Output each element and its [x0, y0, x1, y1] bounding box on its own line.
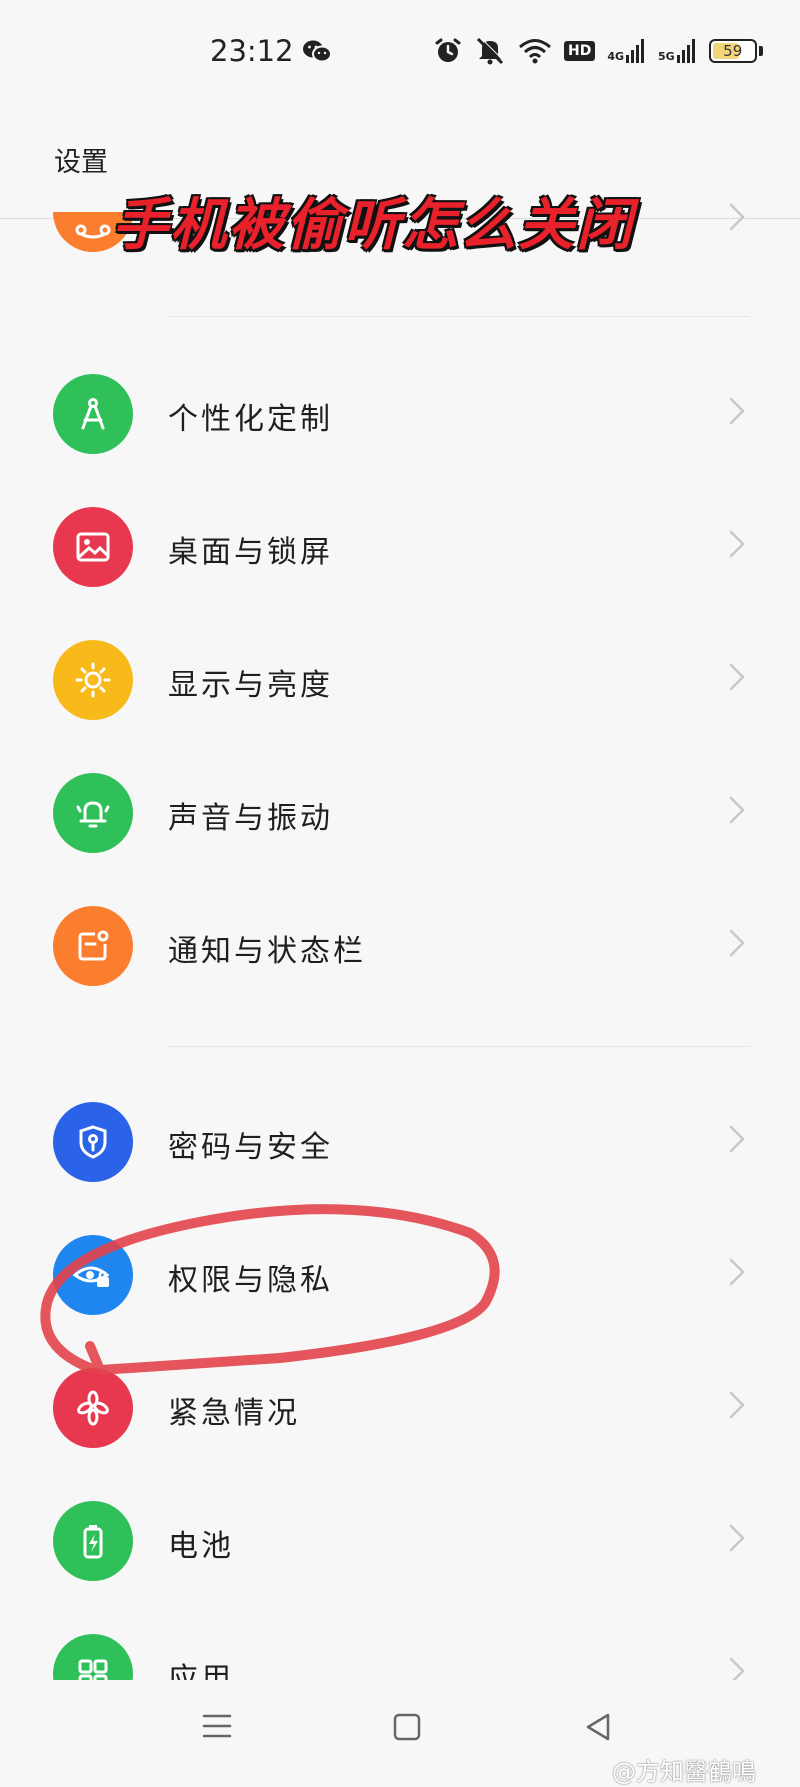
compass-icon: [53, 374, 133, 454]
chevron-right-icon: [729, 530, 745, 558]
watermark-text: @方知醫鶴鳴: [612, 1758, 756, 1786]
overlay-title-text: 手机被偷听怎么关闭: [112, 193, 634, 258]
signal-bars-icon: [626, 39, 645, 63]
wifi-icon: [519, 39, 551, 64]
signal-bars-icon: [676, 39, 695, 63]
settings-item-label: 紧急情况: [168, 1396, 300, 1431]
status-time: 23:12: [210, 34, 294, 68]
wechat-icon: [303, 40, 332, 63]
signal-4g: 4G: [607, 39, 646, 63]
settings-item-battery[interactable]: 电池: [0, 1491, 800, 1591]
status-bar: 23:12 HD 4G 5G 59: [0, 0, 800, 100]
settings-item-wallpaper[interactable]: 桌面与锁屏: [0, 497, 800, 597]
hd-badge: HD: [564, 41, 596, 61]
chevron-right-icon: [729, 796, 745, 824]
settings-item-label: 个性化定制: [168, 402, 333, 437]
signal-5g: 5G: [658, 39, 697, 63]
settings-item-notification[interactable]: 通知与状态栏: [0, 896, 800, 996]
settings-item-label: 应用: [168, 1662, 234, 1680]
settings-item-sound[interactable]: 声音与振动: [0, 763, 800, 863]
status-icons: HD 4G 5G 59: [434, 34, 763, 68]
shield-key-icon: [53, 1102, 133, 1182]
chevron-right-icon: [729, 1258, 745, 1286]
settings-item-personalization[interactable]: 个性化定制: [0, 364, 800, 464]
settings-item-label: 电池: [168, 1529, 234, 1564]
settings-item-label: 桌面与锁屏: [168, 535, 333, 570]
settings-item-label: 声音与振动: [168, 801, 333, 836]
battery-indicator: 59: [708, 39, 757, 63]
network-5g-label: 5G: [658, 50, 675, 63]
chevron-right-icon: [729, 1125, 745, 1153]
apps-icon: [53, 1634, 133, 1680]
chevron-right-icon: [729, 397, 745, 425]
image-icon: [53, 507, 133, 587]
settings-item-apps[interactable]: 应用: [0, 1624, 800, 1680]
battery-icon: [53, 1501, 133, 1581]
chevron-right-icon: [729, 1524, 745, 1552]
notification-icon: [53, 906, 133, 986]
sun-icon: [53, 640, 133, 720]
page-title: 设置: [54, 147, 108, 178]
menu-icon[interactable]: [202, 1712, 232, 1740]
bell-icon: [53, 773, 133, 853]
chevron-right-icon: [729, 929, 745, 957]
network-4g-label: 4G: [607, 50, 625, 63]
alarm-icon: [435, 38, 461, 62]
mute-icon: [476, 36, 505, 65]
group-divider: [168, 1046, 750, 1047]
settings-item-password-security[interactable]: 密码与安全: [0, 1092, 800, 1192]
settings-item-label: 通知与状态栏: [168, 934, 366, 969]
chevron-right-icon: [729, 663, 745, 691]
settings-item-display[interactable]: 显示与亮度: [0, 630, 800, 730]
battery-level: 59: [723, 42, 743, 60]
group-divider: [168, 316, 750, 317]
settings-item-label: 密码与安全: [168, 1130, 333, 1165]
back-icon[interactable]: [584, 1712, 612, 1742]
annotation-circle: [40, 1204, 500, 1375]
settings-item-label: 显示与亮度: [168, 668, 333, 703]
home-icon[interactable]: [392, 1712, 422, 1742]
chevron-right-icon: [729, 203, 745, 231]
chevron-right-icon: [729, 1657, 745, 1680]
chevron-right-icon: [729, 1391, 745, 1419]
